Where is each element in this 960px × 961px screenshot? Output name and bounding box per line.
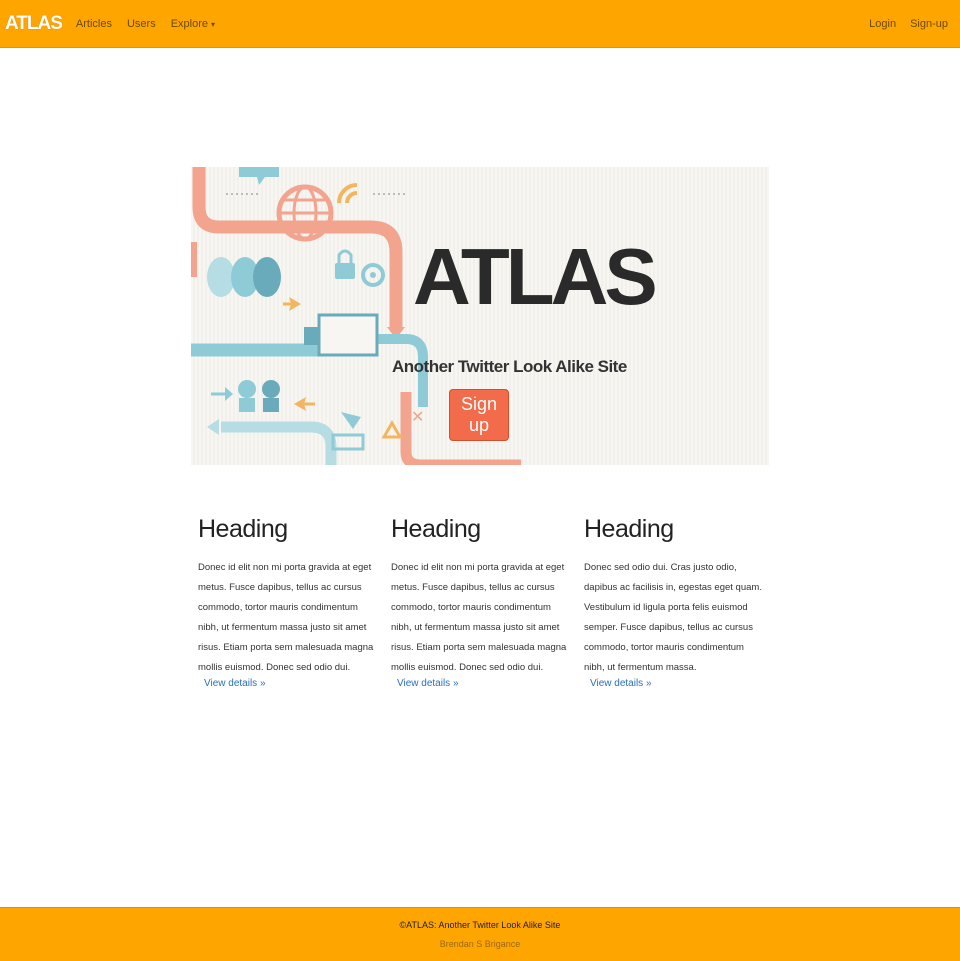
nav-explore-label: Explore [170,17,209,30]
hero-title: ATLAS [413,232,658,321]
column-heading: Heading [391,515,481,543]
nav-login[interactable]: Login [869,18,896,30]
page-footer: ©ATLAS: Another Twitter Look Alike Site … [0,907,960,961]
column-heading: Heading [198,515,288,543]
view-details-link[interactable]: View details » [590,678,652,689]
feature-column: Heading Donec id elit non mi porta gravi… [391,515,571,691]
svg-text:✕: ✕ [411,407,424,426]
nav-signup[interactable]: Sign-up [910,18,948,30]
nav-articles[interactable]: Articles [76,18,112,30]
feature-columns: Heading Donec id elit non mi porta gravi… [198,515,768,705]
feature-column: Heading Donec sed odio dui. Cras justo o… [584,515,764,691]
top-navbar: ATLAS Articles Users Explore ▾ Login Sign… [0,0,960,48]
column-text: Donec id elit non mi porta gravida at eg… [391,562,567,673]
main-nav: Articles Users Explore ▾ [76,18,215,30]
hero-subtitle: Another Twitter Look Alike Site [392,357,627,376]
column-text: Donec sed odio dui. Cras justo odio, dap… [584,562,762,673]
nav-users[interactable]: Users [127,18,156,30]
brand-logo[interactable]: ATLAS [5,13,63,35]
feature-column: Heading Donec id elit non mi porta gravi… [198,515,378,691]
view-details-link[interactable]: View details » [397,678,459,689]
account-nav: Login Sign-up [869,18,948,30]
signup-button[interactable]: Sign up [449,389,509,441]
column-heading: Heading [584,515,674,543]
footer-author-link[interactable]: Brendan S Brigance [0,939,960,949]
footer-copyright: ©ATLAS: Another Twitter Look Alike Site [399,920,561,930]
caret-down-icon: ▾ [211,19,216,29]
nav-explore-dropdown[interactable]: Explore ▾ [171,18,215,30]
hero-banner: ✕ ATLAS Another Twitter Look Alike Site … [191,167,769,465]
view-details-link[interactable]: View details » [204,678,266,689]
column-text: Donec id elit non mi porta gravida at eg… [198,562,374,673]
